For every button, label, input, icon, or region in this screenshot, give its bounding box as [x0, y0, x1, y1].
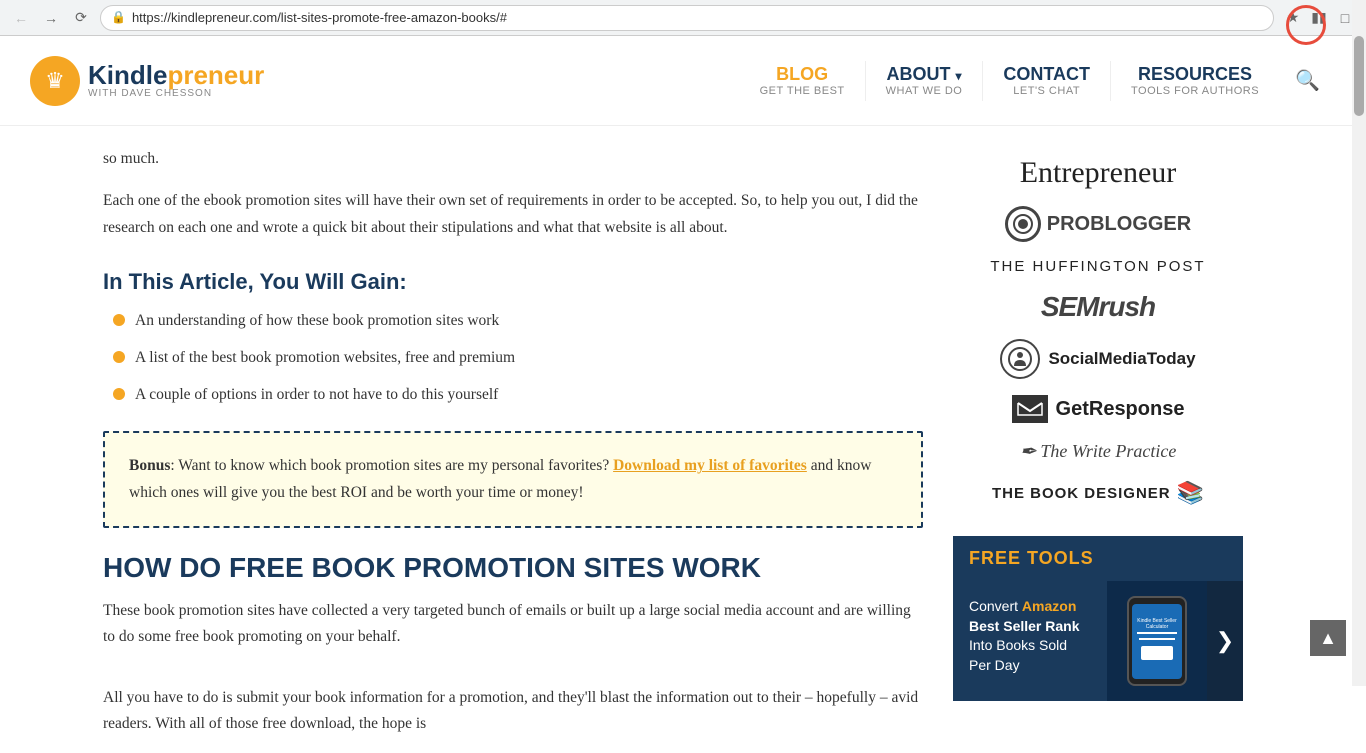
page-content: so much. Each one of the ebook promotion…	[83, 126, 1283, 753]
free-tools-section: FREE TOOLS Convert Amazon Best Seller Ra…	[953, 536, 1243, 701]
nav-resources[interactable]: RESOURCES TOOLS FOR AUTHORS	[1111, 64, 1279, 97]
nav-contact[interactable]: CONTACT LET'S CHAT	[983, 64, 1110, 97]
main-article: so much. Each one of the ebook promotion…	[103, 146, 923, 753]
logo-kindle: Kindle	[88, 62, 167, 88]
bullet-dot	[113, 388, 125, 400]
article-text: so much. Each one of the ebook promotion…	[103, 146, 923, 737]
free-tools-image-area: Kindle Best Seller Calculator	[1107, 581, 1207, 701]
list-item: An understanding of how these book promo…	[113, 309, 923, 334]
main-nav: BLOG GET THE BEST ABOUT ▾ WHAT WE DO CON…	[740, 61, 1336, 101]
intro-para: so much.	[103, 146, 923, 172]
free-tools-arrow-button[interactable]: ❯	[1207, 581, 1243, 701]
reload-button[interactable]: ⟳	[70, 7, 92, 29]
browser-toolbar: ← → ⟳ 🔒 https://kindlepreneur.com/list-s…	[0, 0, 1366, 36]
section-h2: In This Article, You Will Gain:	[103, 269, 923, 295]
bookmark-star-button[interactable]: ★	[1282, 7, 1304, 29]
bullet-dot	[113, 314, 125, 326]
nav-about[interactable]: ABOUT ▾ WHAT WE DO	[866, 64, 983, 97]
forward-button[interactable]: →	[40, 7, 62, 29]
scroll-to-top-button[interactable]: ▲	[1310, 620, 1346, 656]
bonus-box: Bonus: Want to know which book promotion…	[103, 431, 923, 528]
body-para: Each one of the ebook promotion sites wi…	[103, 188, 923, 241]
logo-socialmediatoday[interactable]: SocialMediaToday	[953, 339, 1243, 379]
free-tools-card-title: Convert Amazon Best Seller Rank Into Boo…	[969, 597, 1097, 675]
sidebar: Entrepreneur PROBLOGGER THE HUFFINGTON P…	[953, 146, 1243, 753]
phone-mockup: Kindle Best Seller Calculator	[1127, 596, 1187, 686]
site-header: ♛ Kindlepreneur WITH DAVE CHESSON BLOG G…	[0, 36, 1366, 126]
nav-contact-label: CONTACT	[1003, 64, 1090, 85]
extensions-button[interactable]: ▮▮	[1308, 7, 1330, 29]
nav-about-label: ABOUT ▾	[886, 64, 961, 85]
logo-icon: ♛	[30, 56, 80, 106]
bullet-dot	[113, 351, 125, 363]
logo-semrush[interactable]: SEMrush	[953, 291, 1243, 323]
nav-resources-label: RESOURCES	[1138, 64, 1252, 85]
how-para: These book promotion sites have collecte…	[103, 598, 923, 651]
bonus-link[interactable]: Download my list of favorites	[613, 457, 807, 474]
secure-icon: 🔒	[111, 10, 126, 25]
free-tools-title: FREE TOOLS	[969, 548, 1094, 568]
nav-blog[interactable]: BLOG GET THE BEST	[740, 64, 865, 97]
logo-problogger[interactable]: PROBLOGGER	[953, 206, 1243, 242]
list-item: A couple of options in order to not have…	[113, 383, 923, 408]
logo-entrepreneur[interactable]: Entrepreneur	[953, 156, 1243, 190]
nav-blog-sublabel: GET THE BEST	[760, 85, 845, 97]
nav-resources-sublabel: TOOLS FOR AUTHORS	[1131, 85, 1259, 97]
url-text: https://kindlepreneur.com/list-sites-pro…	[132, 10, 507, 25]
logo-subtitle: WITH DAVE CHESSON	[88, 88, 264, 99]
logo-writepractice[interactable]: ✒ The Write Practice	[953, 439, 1243, 464]
back-button[interactable]: ←	[10, 7, 32, 29]
logo-link[interactable]: ♛ Kindlepreneur WITH DAVE CHESSON	[30, 56, 264, 106]
bonus-label: Bonus	[129, 457, 170, 474]
nav-about-sublabel: WHAT WE DO	[886, 85, 963, 97]
phone-screen: Kindle Best Seller Calculator	[1132, 604, 1182, 679]
logo-huffpost[interactable]: THE HUFFINGTON POST	[953, 258, 1243, 275]
logo-text: Kindlepreneur WITH DAVE CHESSON	[88, 62, 264, 99]
free-tools-text-area: Convert Amazon Best Seller Rank Into Boo…	[953, 581, 1107, 701]
search-button[interactable]: 🔍	[1279, 68, 1336, 93]
logo-bookdesigner[interactable]: THE BOOK DESIGNER 📚	[953, 480, 1243, 506]
scrollbar-thumb	[1354, 36, 1364, 116]
all-para: All you have to do is submit your book i…	[103, 685, 923, 738]
logo-getresponse[interactable]: GetResponse	[953, 395, 1243, 423]
scrollbar[interactable]	[1352, 0, 1366, 686]
nav-about-arrow: ▾	[955, 69, 961, 83]
sidebar-logos: Entrepreneur PROBLOGGER THE HUFFINGTON P…	[953, 146, 1243, 526]
screen-line	[1139, 638, 1175, 640]
browser-right-controls: ★ ▮▮ □	[1282, 7, 1356, 29]
nav-blog-label: BLOG	[776, 64, 828, 85]
bullet-list: An understanding of how these book promo…	[113, 309, 923, 407]
free-tools-card[interactable]: Convert Amazon Best Seller Rank Into Boo…	[953, 581, 1243, 701]
logo-preneur: preneur	[167, 62, 264, 88]
crown-icon: ♛	[45, 68, 65, 94]
address-bar[interactable]: 🔒 https://kindlepreneur.com/list-sites-p…	[100, 5, 1274, 31]
list-item: A list of the best book promotion websit…	[113, 346, 923, 371]
screen-button	[1141, 646, 1173, 660]
nav-contact-sublabel: LET'S CHAT	[1013, 85, 1080, 97]
section-h3: HOW DO FREE BOOK PROMOTION SITES WORK	[103, 552, 923, 584]
screen-line	[1137, 632, 1177, 634]
free-tools-header: FREE TOOLS	[953, 536, 1243, 581]
